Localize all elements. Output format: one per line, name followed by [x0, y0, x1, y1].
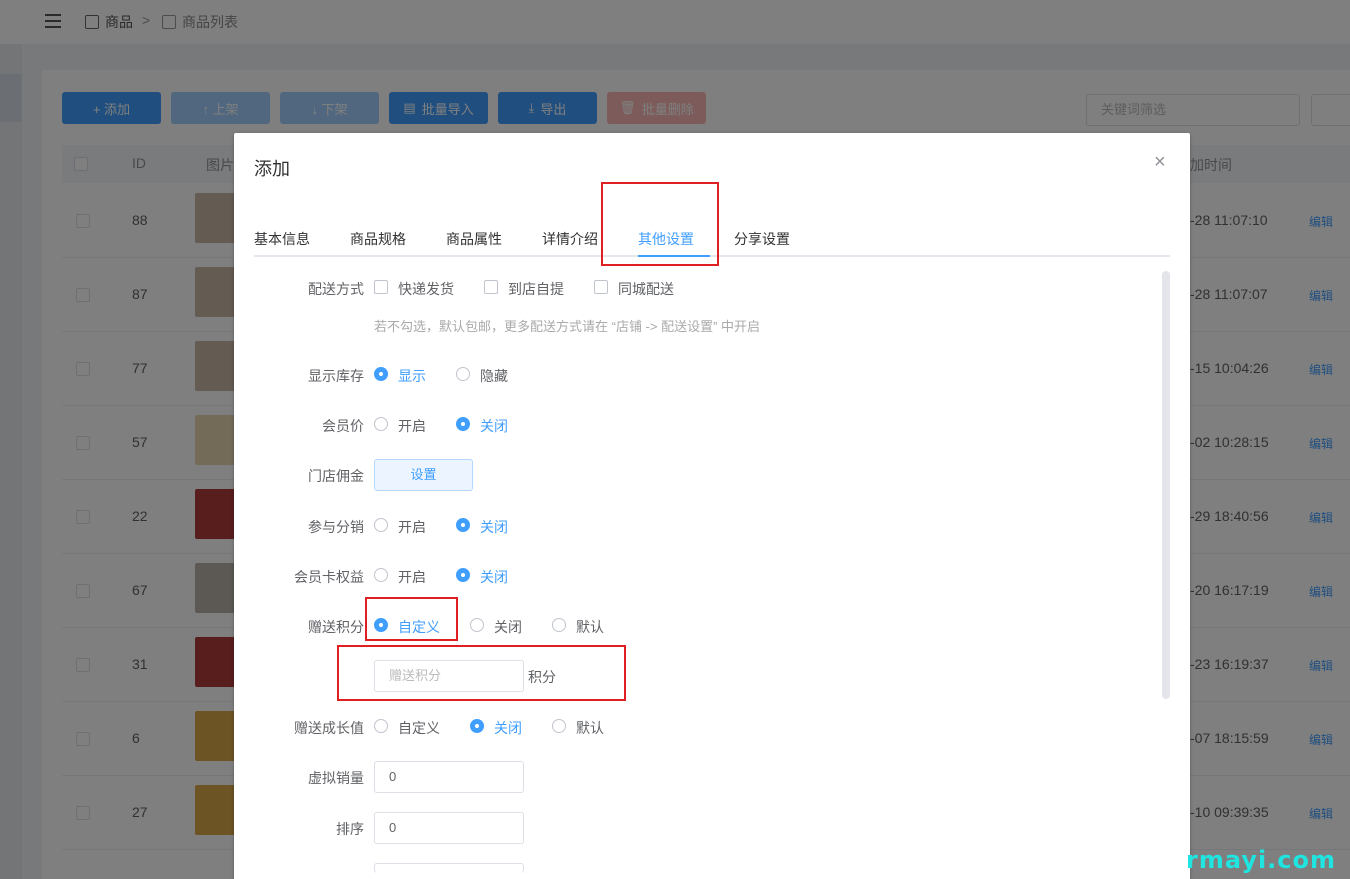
sort-label: 排序 — [336, 821, 364, 837]
delivery-pickup-label[interactable]: 到店自提 — [508, 279, 564, 299]
member-price-off-label[interactable]: 关闭 — [480, 416, 508, 436]
growth-label: 赠送成长值 — [294, 720, 364, 736]
delivery-pickup-checkbox[interactable] — [484, 280, 498, 294]
stock-hide-radio[interactable] — [456, 367, 470, 381]
card-rights-label: 会员卡权益 — [294, 569, 364, 585]
points-label: 赠送积分 — [308, 619, 364, 635]
member-price-on-radio[interactable] — [374, 417, 388, 431]
points-default-radio[interactable] — [552, 618, 566, 632]
card-rights-off-label[interactable]: 关闭 — [480, 567, 508, 587]
member-price-label: 会员价 — [322, 418, 364, 434]
tab-share-settings[interactable]: 分享设置 — [734, 229, 790, 249]
distribution-on-label[interactable]: 开启 — [398, 517, 426, 537]
card-rights-off-radio[interactable] — [456, 568, 470, 582]
stock-label: 显示库存 — [308, 368, 364, 384]
highlight-box-points-input — [337, 645, 626, 701]
distribution-off-label[interactable]: 关闭 — [480, 517, 508, 537]
next-field-input[interactable] — [374, 863, 524, 873]
tab-basic-info[interactable]: 基本信息 — [254, 229, 310, 249]
growth-default-label[interactable]: 默认 — [576, 718, 604, 738]
points-off-radio[interactable] — [470, 618, 484, 632]
watermark: rmayi.com — [1186, 846, 1337, 874]
virtual-sales-label: 虚拟销量 — [308, 770, 364, 786]
distribution-off-radio[interactable] — [456, 518, 470, 532]
delivery-local-checkbox[interactable] — [594, 280, 608, 294]
stock-show-label[interactable]: 显示 — [398, 366, 426, 386]
card-rights-on-label[interactable]: 开启 — [398, 567, 426, 587]
highlight-box-tab — [601, 182, 719, 266]
card-rights-on-radio[interactable] — [374, 568, 388, 582]
points-off-label[interactable]: 关闭 — [494, 617, 522, 637]
store-commission-set-button[interactable]: 设置 — [374, 459, 473, 491]
distribution-on-radio[interactable] — [374, 518, 388, 532]
tab-attributes[interactable]: 商品属性 — [446, 229, 502, 249]
growth-off-radio[interactable] — [470, 719, 484, 733]
delivery-express-checkbox[interactable] — [374, 280, 388, 294]
points-default-label[interactable]: 默认 — [576, 617, 604, 637]
tab-detail[interactable]: 详情介绍 — [542, 229, 598, 249]
virtual-sales-input[interactable]: 0 — [374, 761, 524, 793]
store-commission-label: 门店佣金 — [308, 468, 364, 484]
growth-off-label[interactable]: 关闭 — [494, 718, 522, 738]
dialog-scrollbar[interactable] — [1162, 271, 1170, 699]
sort-input[interactable]: 0 — [374, 812, 524, 844]
add-dialog: 添加 × 基本信息 商品规格 商品属性 详情介绍 其他设置 分享设置 配送方式 … — [234, 133, 1190, 879]
delivery-express-label[interactable]: 快递发货 — [398, 279, 454, 299]
growth-custom-radio[interactable] — [374, 719, 388, 733]
delivery-label: 配送方式 — [308, 281, 364, 297]
stock-hide-label[interactable]: 隐藏 — [480, 366, 508, 386]
stock-show-radio[interactable] — [374, 367, 388, 381]
tab-spec[interactable]: 商品规格 — [350, 229, 406, 249]
growth-custom-label[interactable]: 自定义 — [398, 718, 440, 738]
highlight-box-points-custom — [365, 597, 458, 641]
delivery-hint: 若不勾选，默认包邮，更多配送方式请在 “店铺 -> 配送设置” 中开启 — [374, 319, 761, 334]
close-icon[interactable]: × — [1154, 151, 1166, 174]
member-price-on-label[interactable]: 开启 — [398, 416, 426, 436]
dialog-title: 添加 — [254, 159, 290, 179]
distribution-label: 参与分销 — [308, 519, 364, 535]
member-price-off-radio[interactable] — [456, 417, 470, 431]
delivery-local-label[interactable]: 同城配送 — [618, 279, 674, 299]
growth-default-radio[interactable] — [552, 719, 566, 733]
